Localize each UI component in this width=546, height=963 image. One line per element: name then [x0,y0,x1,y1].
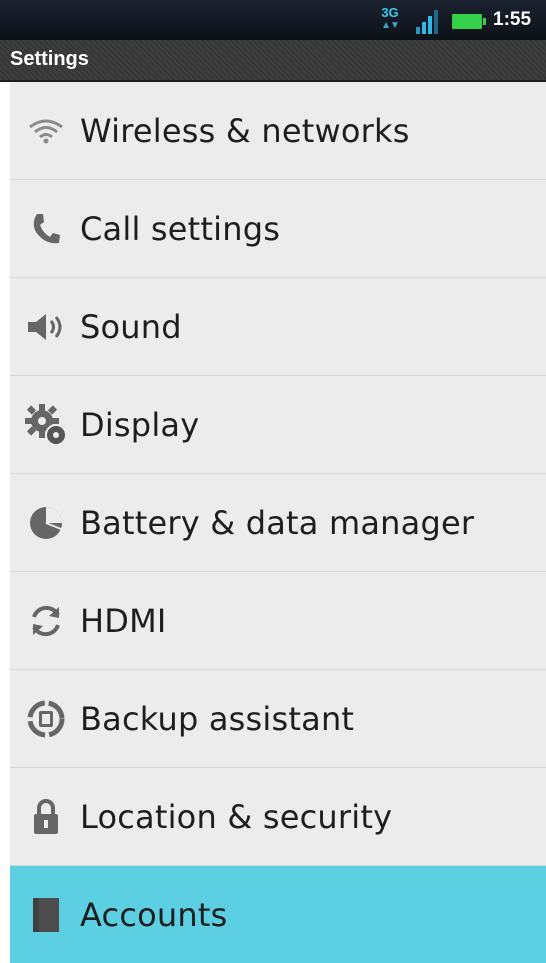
network-type-label: 3G [381,5,399,20]
settings-item-backup-assistant[interactable]: Backup assistant [10,670,546,768]
settings-item-accounts[interactable]: Accounts [10,866,546,963]
title-bar: Settings [0,40,546,82]
settings-item-sound[interactable]: Sound [10,278,546,376]
wifi-icon [20,111,72,151]
battery-icon [452,14,486,29]
clock-time: 1:55 [493,9,532,30]
settings-item-label: Location & security [80,797,393,836]
settings-item-label: Sound [80,307,182,346]
settings-list: Wireless & networks Call settings Sound [10,82,546,963]
status-bar: 3G ▲▼ 1:55 [0,0,546,40]
settings-item-label: Display [80,405,200,444]
settings-item-label: HDMI [80,601,167,640]
settings-item-label: Call settings [80,209,281,248]
settings-item-label: Backup assistant [80,699,355,738]
settings-item-label: Battery & data manager [80,503,475,542]
phone-icon [20,209,72,249]
settings-item-call-settings[interactable]: Call settings [10,180,546,278]
settings-item-hdmi[interactable]: HDMI [10,572,546,670]
settings-screen: 3G ▲▼ 1:55 Settings Wireless & networks … [0,0,546,963]
data-arrows-icon: ▲▼ [381,20,400,31]
settings-item-display[interactable]: Display [10,376,546,474]
signal-icon [416,8,440,34]
hdmi-sync-icon [20,601,72,641]
settings-item-location-security[interactable]: Location & security [10,768,546,866]
speaker-icon [20,307,72,347]
display-gear-icon [20,403,72,446]
settings-item-battery-data-manager[interactable]: Battery & data manager [10,474,546,572]
lock-icon [20,797,72,837]
settings-item-wireless-networks[interactable]: Wireless & networks [10,82,546,180]
battery-pie-icon [20,503,72,543]
backup-icon [20,699,72,739]
network-3g-icon: 3G ▲▼ [376,6,404,34]
settings-item-label: Wireless & networks [80,111,410,150]
page-title: Settings [10,48,89,70]
accounts-icon [20,895,72,935]
settings-item-label: Accounts [80,895,228,934]
